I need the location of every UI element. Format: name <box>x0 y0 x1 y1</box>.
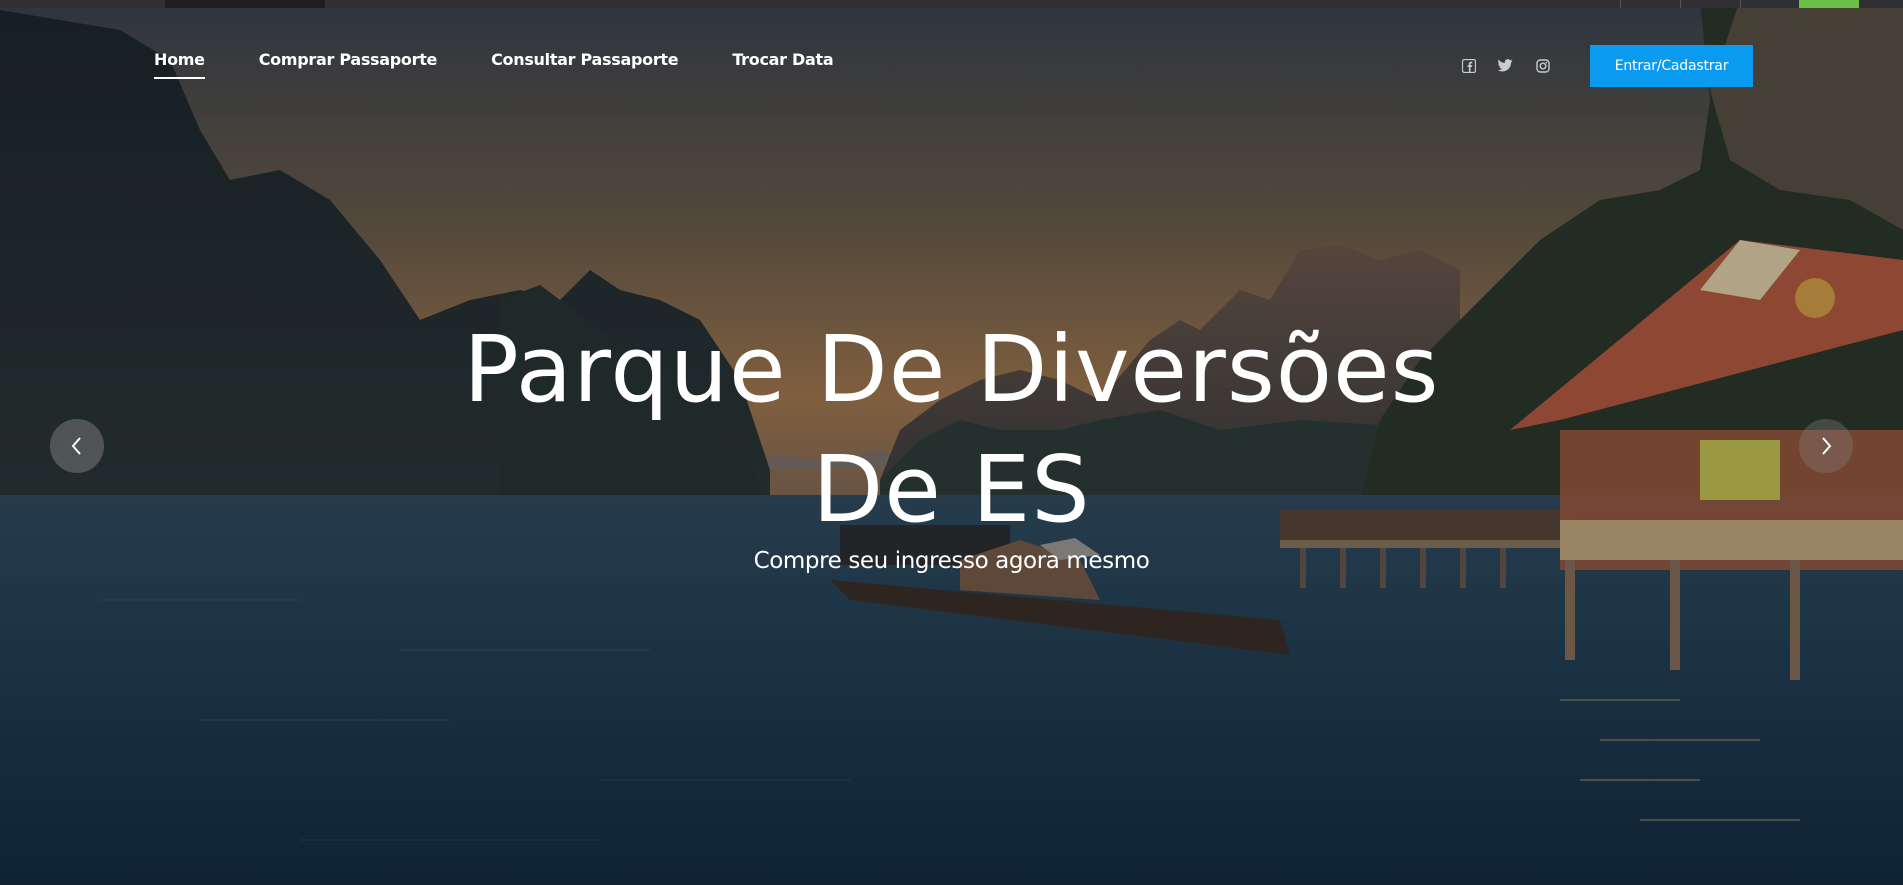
nav-item-consultar-passaporte[interactable]: Consultar Passaporte <box>491 50 679 79</box>
carousel-prev-button[interactable] <box>50 419 104 473</box>
instagram-icon[interactable] <box>1534 57 1551 74</box>
top-strip-segment <box>165 0 325 8</box>
nav-item-home[interactable]: Home <box>154 50 205 79</box>
top-strip-divider <box>1740 0 1741 8</box>
top-strip-indicator <box>1799 0 1859 8</box>
login-register-button[interactable]: Entrar/Cadastrar <box>1590 45 1753 87</box>
nav-item-comprar-passaporte[interactable]: Comprar Passaporte <box>259 50 438 79</box>
hero-title: Parque De Diversões De ES <box>0 310 1903 550</box>
hero-title-line-2: De ES <box>812 436 1091 543</box>
top-strip <box>0 0 1903 8</box>
page: Home Comprar Passaporte Consultar Passap… <box>0 0 1903 885</box>
hero-title-line-1: Parque De Diversões <box>463 316 1440 423</box>
carousel-next-button[interactable] <box>1799 419 1853 473</box>
hero-subtitle: Compre seu ingresso agora mesmo <box>753 548 1150 574</box>
nav-item-trocar-data[interactable]: Trocar Data <box>732 50 833 79</box>
twitter-icon[interactable] <box>1497 57 1514 74</box>
top-strip-divider <box>1680 0 1681 8</box>
chevron-right-icon <box>1822 437 1832 455</box>
main-nav: Home Comprar Passaporte Consultar Passap… <box>154 50 834 79</box>
chevron-left-icon <box>71 437 81 455</box>
top-strip-divider <box>1620 0 1621 8</box>
facebook-icon[interactable] <box>1460 57 1477 74</box>
hero-content: Parque De Diversões De ES Compre seu ing… <box>0 310 1903 574</box>
social-links <box>1460 57 1551 74</box>
